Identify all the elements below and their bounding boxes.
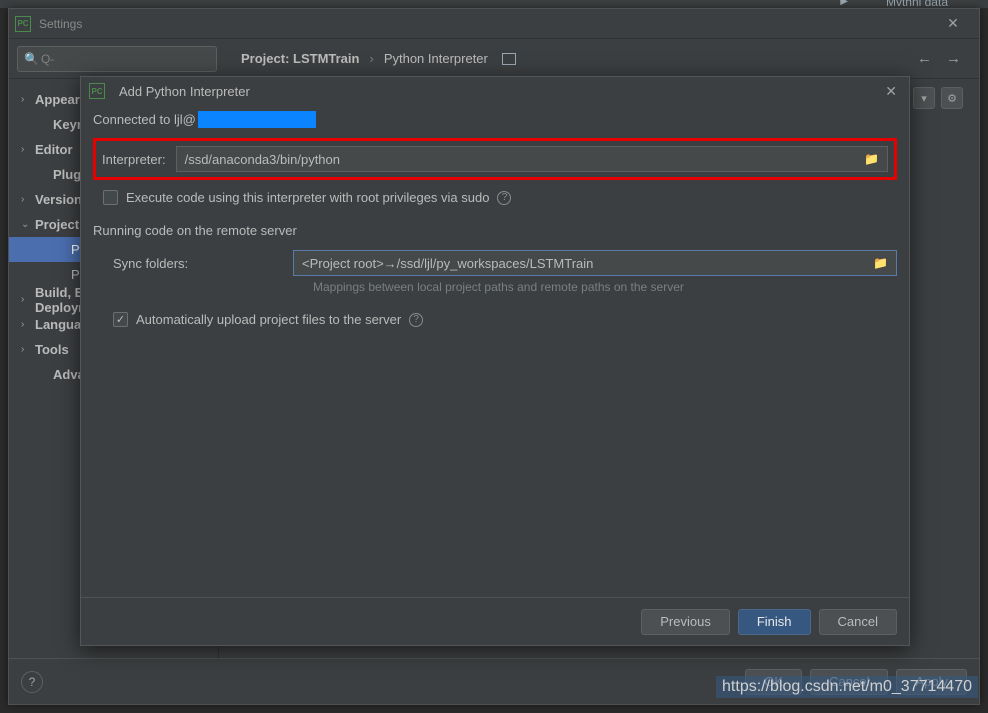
current-project-icon — [502, 53, 516, 65]
breadcrumb: Project: LSTMTrain › Python Interpreter — [241, 51, 516, 66]
redacted-host — [198, 111, 316, 128]
add-interpreter-dialog: PC Add Python Interpreter ✕ Connected to… — [80, 76, 910, 646]
chevron-right-icon: › — [21, 144, 35, 155]
sudo-checkbox-label: Execute code using this interpreter with… — [126, 190, 489, 205]
sync-folders-helper: Mappings between local project paths and… — [313, 280, 897, 294]
chevron-right-icon: › — [21, 94, 35, 105]
chevron-right-icon: ▶ — [840, 0, 848, 7]
search-icon: 🔍 — [24, 52, 39, 66]
chevron-right-icon: › — [21, 319, 35, 330]
settings-search-input[interactable]: 🔍 Q- — [17, 46, 217, 72]
auto-upload-checkbox[interactable] — [113, 312, 128, 327]
interpreter-label: Interpreter: — [102, 152, 166, 167]
sidebar-item-label: Tools — [35, 342, 69, 357]
sync-folders-input[interactable]: <Project root>→/ssd/ljl/py_workspaces/LS… — [293, 250, 897, 276]
sidebar-item-label: Editor — [35, 142, 73, 157]
window-title: Settings — [39, 17, 82, 31]
search-placeholder: Q- — [41, 52, 54, 66]
chevron-right-icon: › — [21, 194, 35, 205]
finish-button[interactable]: Finish — [738, 609, 811, 635]
sync-folders-label: Sync folders: — [93, 256, 283, 271]
dialog-footer: Previous Finish Cancel — [81, 597, 909, 645]
folder-icon[interactable]: 📁 — [873, 256, 888, 270]
breadcrumb-page[interactable]: Python Interpreter — [384, 51, 488, 66]
dialog-close-button[interactable]: ✕ — [881, 83, 901, 100]
interpreter-row-highlight: Interpreter: /ssd/anaconda3/bin/python 📁 — [93, 138, 897, 180]
previous-button[interactable]: Previous — [641, 609, 730, 635]
auto-upload-label: Automatically upload project files to th… — [136, 312, 401, 327]
interpreter-path-input[interactable]: /ssd/anaconda3/bin/python 📁 — [176, 146, 888, 172]
breadcrumb-separator: › — [369, 51, 373, 66]
chevron-right-icon: › — [21, 294, 35, 305]
chevron-down-icon: ⌄ — [21, 219, 35, 230]
folder-icon[interactable]: 📁 — [864, 152, 879, 166]
interpreter-path-value: /ssd/anaconda3/bin/python — [185, 152, 340, 167]
breadcrumb-row: 🔍 Q- Project: LSTMTrain › Python Interpr… — [9, 39, 979, 79]
nav-forward-button[interactable]: → — [946, 50, 961, 67]
parent-window-fragment: ▶ Mvthnl data — [0, 0, 988, 8]
window-titlebar: PC Settings ✕ — [9, 9, 979, 39]
dialog-title: Add Python Interpreter — [119, 84, 250, 99]
breadcrumb-project[interactable]: Project: LSTMTrain — [241, 51, 359, 66]
info-icon[interactable]: ? — [409, 313, 423, 327]
sudo-checkbox[interactable] — [103, 190, 118, 205]
dialog-titlebar: PC Add Python Interpreter ✕ — [81, 77, 909, 105]
connected-to-label: Connected to ljl@ — [93, 111, 897, 128]
info-icon[interactable]: ? — [497, 191, 511, 205]
sync-folders-value: <Project root>→/ssd/ljl/py_workspaces/LS… — [302, 256, 593, 271]
nav-back-button[interactable]: ← — [917, 50, 932, 67]
remote-section-header: Running code on the remote server — [93, 223, 897, 238]
pycharm-icon: PC — [89, 83, 105, 99]
help-button[interactable]: ? — [21, 671, 43, 693]
window-close-button[interactable]: ✕ — [933, 15, 973, 32]
interpreter-dropdown-button[interactable]: ▾ — [913, 87, 935, 109]
pycharm-icon: PC — [15, 16, 31, 32]
gear-icon-button[interactable]: ⚙ — [941, 87, 963, 109]
dialog-cancel-button[interactable]: Cancel — [819, 609, 897, 635]
chevron-right-icon: › — [21, 344, 35, 355]
watermark: https://blog.csdn.net/m0_37714470 — [716, 676, 978, 698]
